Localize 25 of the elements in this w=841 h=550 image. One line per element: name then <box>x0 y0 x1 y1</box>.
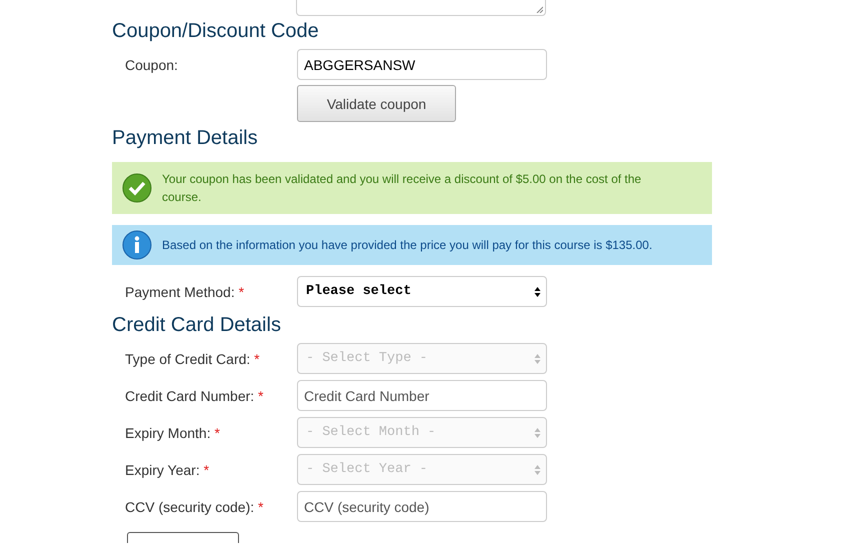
field-label: CCV (security code): * <box>124 498 264 514</box>
up-down-arrows-icon <box>534 426 541 438</box>
button[interactable] <box>127 532 239 543</box>
up-down-arrows-icon <box>534 464 541 476</box>
up-down-arrows-icon <box>534 286 541 298</box>
field-label: Coupon: <box>124 56 179 72</box>
up-down-arrows-icon <box>534 352 541 364</box>
section-heading: Coupon/Discount Code <box>112 19 320 43</box>
validate-button[interactable]: Validate coupon <box>297 85 456 122</box>
text-field[interactable]: ABGGERSANSW <box>297 49 547 80</box>
info-icon <box>122 230 152 260</box>
text-field[interactable]: Credit Card Number <box>297 380 547 411</box>
resize-grip-icon[interactable] <box>536 6 543 13</box>
alert-message: Based on the information you have provided the price you will pay for this course is $135.00. <box>162 237 652 254</box>
select-dropdown[interactable]: Please select <box>297 276 547 307</box>
alert-message: Your coupon has been validated and you will receive a discount of $5.00 on the cost of the course. <box>162 171 642 206</box>
field-label: Type of Credit Card: * <box>124 350 261 366</box>
field-label: Expiry Year: * <box>124 462 210 478</box>
section-heading: Payment Details <box>112 126 259 150</box>
field-label: Credit Card Number: * <box>124 388 264 404</box>
text-field[interactable]: CCV (security code) <box>297 491 547 522</box>
section-heading: Credit Card Details <box>112 313 282 337</box>
field-label: Expiry Month: * <box>124 424 221 440</box>
field-label: Payment Method: * <box>124 284 246 300</box>
check-icon <box>122 173 152 203</box>
